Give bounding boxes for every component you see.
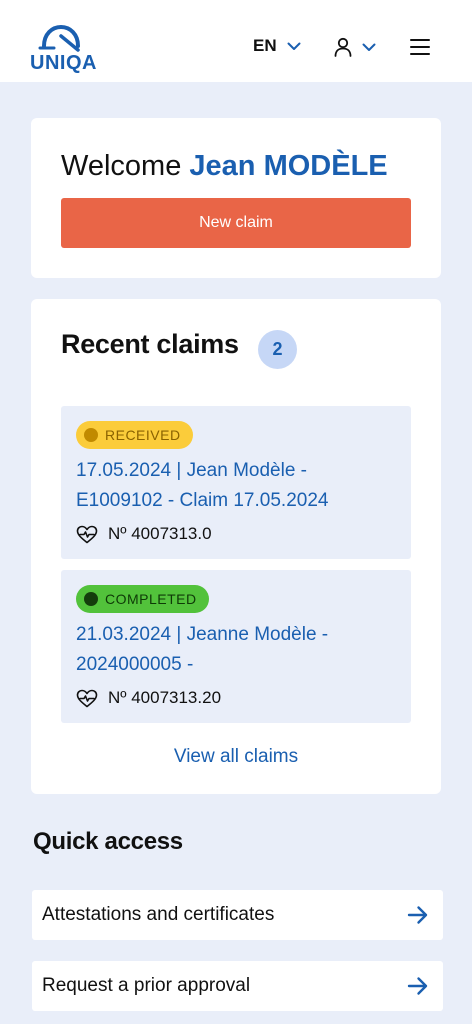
welcome-card: Welcome Jean MODÈLE New claim xyxy=(31,118,441,278)
claim-number-text: Nº 4007313.20 xyxy=(108,688,222,707)
claim-title-line: 17.05.2024 | Jean Modèle - xyxy=(76,460,307,481)
status-label: RECEIVED xyxy=(105,427,181,443)
claim-number-text: Nº 4007313.0 xyxy=(108,524,212,543)
quick-access-label: Request a prior approval xyxy=(42,975,251,996)
status-badge-received: RECEIVED xyxy=(76,421,193,449)
chevron-down-icon xyxy=(287,42,301,50)
menu-line xyxy=(410,46,430,48)
claim-title-link[interactable]: 21.03.2024 | Jeanne Modèle - 2024000005 … xyxy=(76,620,406,680)
uniqa-logo[interactable]: UNIQA xyxy=(28,22,97,74)
quick-access-item-attestations[interactable]: Attestations and certificates xyxy=(32,890,443,940)
logo-text: UNIQA xyxy=(30,52,97,74)
claim-number: Nº 4007313.20 xyxy=(76,688,221,708)
app-header: UNIQA EN xyxy=(0,0,472,82)
claims-count-badge: 2 xyxy=(258,330,297,369)
claim-number: Nº 4007313.0 xyxy=(76,524,212,544)
status-dot-icon xyxy=(84,592,98,606)
claim-title-link[interactable]: 17.05.2024 | Jean Modèle - E1009102 - Cl… xyxy=(76,456,406,516)
quick-access-title: Quick access xyxy=(33,828,183,855)
menu-line xyxy=(410,53,430,55)
claim-title-line: E1009102 - Claim 17.05.2024 xyxy=(76,490,329,511)
welcome-heading: Welcome Jean MODÈLE xyxy=(61,150,388,183)
heartbeat-icon xyxy=(76,525,98,543)
user-name: Jean MODÈLE xyxy=(189,150,388,182)
language-selector[interactable]: EN xyxy=(253,36,301,56)
quick-access-item-prior-approval[interactable]: Request a prior approval xyxy=(32,961,443,1011)
recent-claims-title: Recent claims xyxy=(61,329,239,359)
welcome-greeting: Welcome xyxy=(61,150,182,182)
heartbeat-icon xyxy=(76,689,98,707)
status-badge-completed: COMPLETED xyxy=(76,585,209,613)
status-dot-icon xyxy=(84,428,98,442)
claim-item[interactable]: RECEIVED 17.05.2024 | Jean Modèle - E100… xyxy=(61,406,411,559)
user-menu[interactable] xyxy=(334,37,376,57)
claim-title-line: 21.03.2024 | Jeanne Modèle - xyxy=(76,624,329,645)
hamburger-menu-icon[interactable] xyxy=(410,39,430,55)
quick-access-label: Attestations and certificates xyxy=(42,904,275,925)
arrow-right-icon xyxy=(407,977,428,995)
claim-title-line: 2024000005 - xyxy=(76,654,194,675)
chevron-down-icon xyxy=(362,43,376,51)
user-icon xyxy=(334,37,352,57)
arrow-right-icon xyxy=(407,906,428,924)
status-label: COMPLETED xyxy=(105,591,197,607)
recent-claims-card: Recent claims 2 RECEIVED 17.05.2024 | Je… xyxy=(31,299,441,794)
uniqa-logo-icon xyxy=(38,24,80,52)
claim-item[interactable]: COMPLETED 21.03.2024 | Jeanne Modèle - 2… xyxy=(61,570,411,723)
language-label: EN xyxy=(253,36,277,55)
new-claim-button[interactable]: New claim xyxy=(61,198,411,248)
view-all-claims-link[interactable]: View all claims xyxy=(31,746,441,768)
menu-line xyxy=(410,39,430,41)
